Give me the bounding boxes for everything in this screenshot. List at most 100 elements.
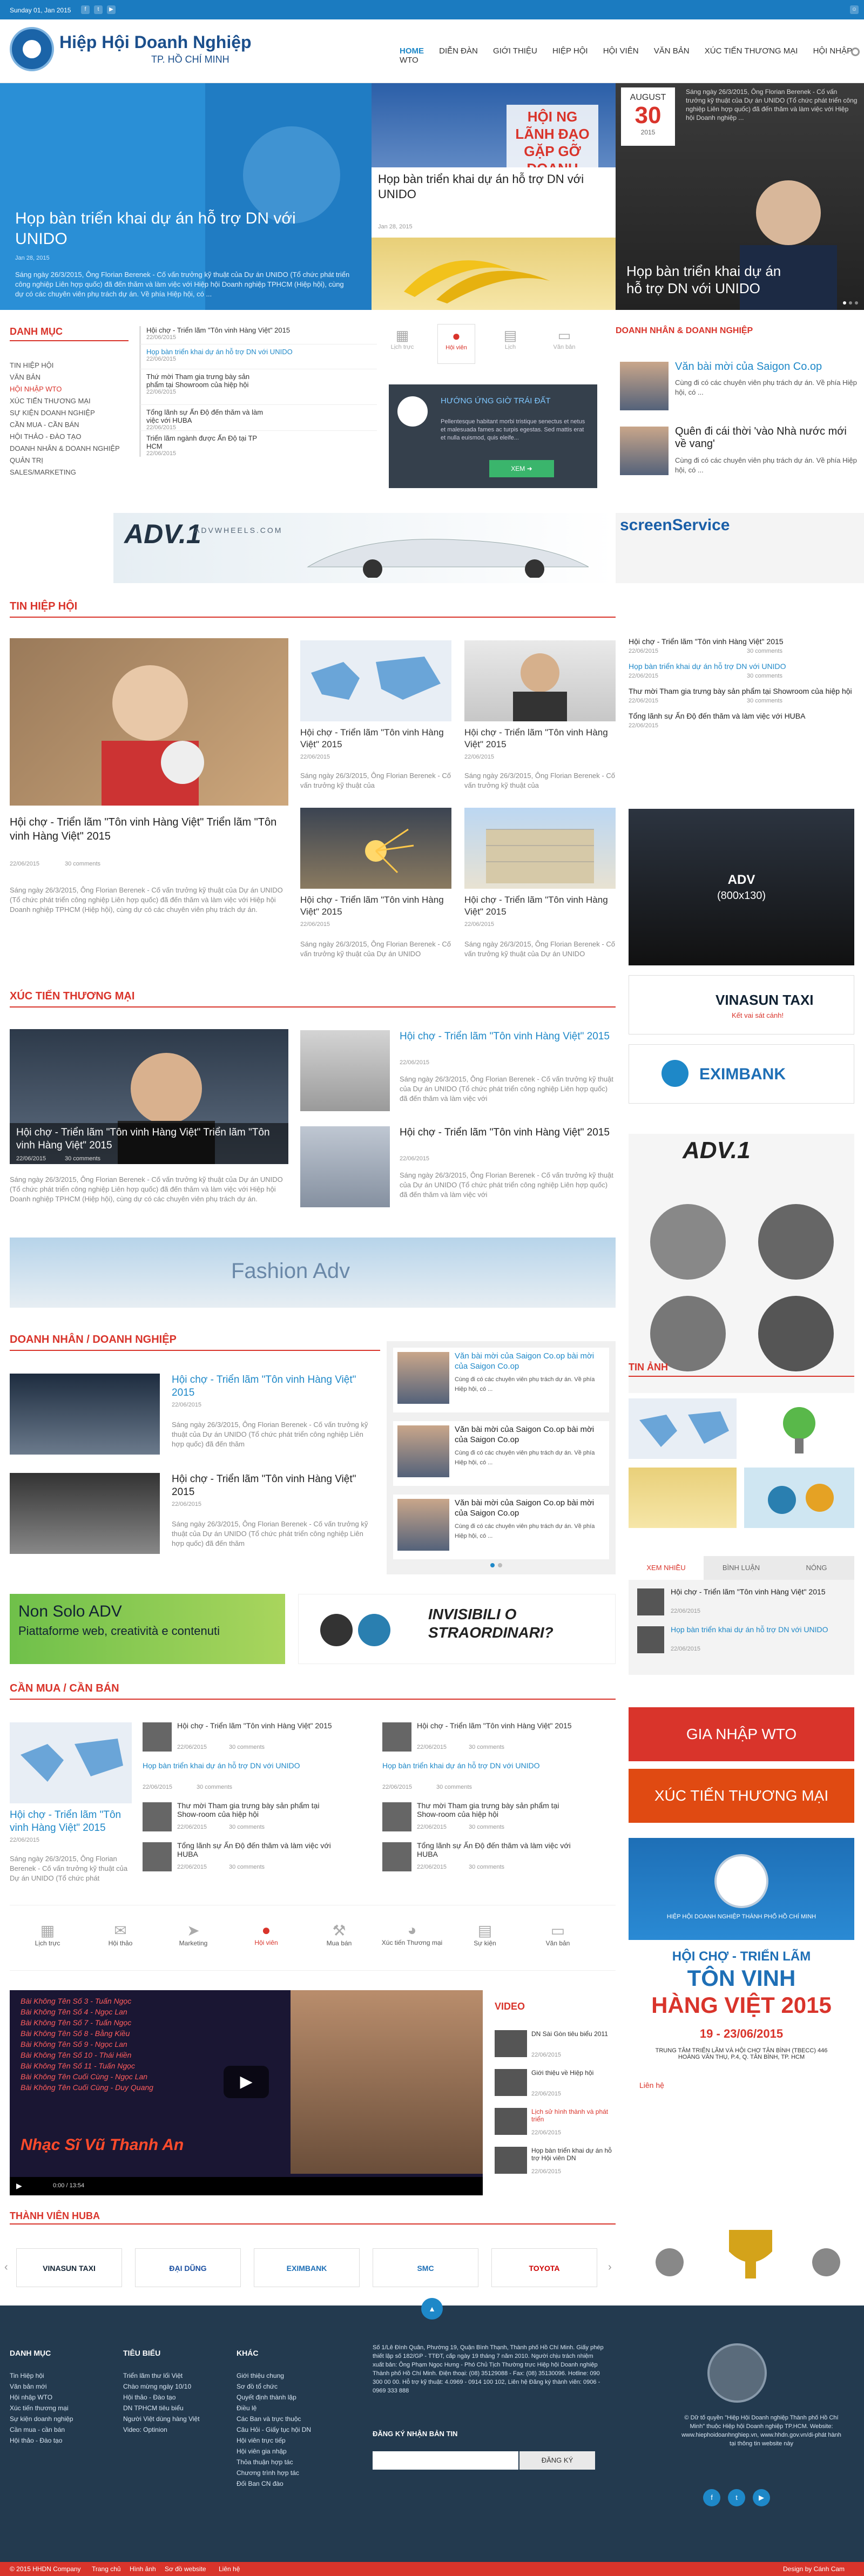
chevron-left-icon[interactable]: ‹ xyxy=(4,2261,8,2274)
back-to-top-icon[interactable]: ▲ xyxy=(421,2298,443,2320)
footer-bar-link[interactable]: Sơ đồ website xyxy=(165,2565,206,2573)
slider-main-title[interactable]: Họp bàn triển khai dự án hỗ trợ DN với U… xyxy=(15,208,350,249)
icon-trade[interactable]: ◕ Xúc tiến Thương mại xyxy=(380,1922,444,1946)
icon-documents[interactable]: ▭ Văn bản xyxy=(525,1922,590,1947)
expo-poster[interactable]: HIỆP HỘI DOANH NGHIỆP THÀNH PHỐ HỒ CHÍ M… xyxy=(629,1838,854,2178)
footer-link[interactable]: Thỏa thuận hợp tác xyxy=(237,2457,311,2467)
news-list-item[interactable]: Họp bàn triển khai dự án hỗ trợ DN với U… xyxy=(139,344,377,369)
buy-sell-item[interactable]: Tổng lãnh sự Ấn Độ đến thăm và làm việc … xyxy=(143,1841,369,1881)
footer-link[interactable]: Người Việt dùng hàng Việt xyxy=(123,2413,200,2424)
lead-image[interactable] xyxy=(10,638,288,806)
card-title[interactable]: Hội chợ - Triển lãm "Tôn vinh Hàng Việt"… xyxy=(464,727,616,751)
card-image-welding[interactable] xyxy=(300,808,451,889)
footer-link[interactable]: Hội thảo - Đào tạo xyxy=(10,2435,73,2446)
tab-item-title[interactable]: Hội chợ - Triển lãm "Tôn vinh Hàng Việt"… xyxy=(671,1587,843,1596)
ad-box-800x130[interactable]: ADV (800x130) xyxy=(629,809,854,965)
icon-seminar[interactable]: ✉ Hội thảo xyxy=(88,1922,153,1947)
tab-hot[interactable]: NÓNG xyxy=(779,1556,854,1580)
footer-link[interactable]: Các Ban và trực thuộc xyxy=(237,2413,311,2424)
side-news-item[interactable]: Họp bàn triển khai dự án hỗ trợ DN với U… xyxy=(629,662,864,679)
ad-fashion[interactable]: Fashion Adv xyxy=(10,1238,616,1308)
item-image[interactable] xyxy=(300,1030,390,1111)
card-image-map[interactable] xyxy=(300,640,451,721)
nav-association[interactable]: HIỆP HỘI xyxy=(552,46,588,56)
businessmen-item[interactable]: Quên đi cái thời 'vào Nhà nước mới về va… xyxy=(616,421,864,486)
tab-most-viewed[interactable]: XEM NHIỀU xyxy=(629,1556,704,1580)
category-item[interactable]: TIN HIỆP HỘI xyxy=(10,360,120,371)
twitter-icon[interactable]: t xyxy=(728,2489,745,2506)
footer-link[interactable]: Sơ đồ tổ chức xyxy=(237,2381,311,2392)
lead-image[interactable] xyxy=(10,1722,132,1803)
user-icon[interactable]: ☺ xyxy=(850,5,859,14)
nav-trade[interactable]: XÚC TIẾN THƯƠNG MẠI xyxy=(705,46,798,56)
category-item[interactable]: SỰ KIỆN DOANH NGHIỆP xyxy=(10,407,120,419)
buy-sell-item[interactable]: Họp bàn triển khai dự án hỗ trợ DN với U… xyxy=(382,1761,609,1801)
buy-sell-item[interactable]: Hội chợ - Triển lãm "Tôn vinh Hàng Việt"… xyxy=(143,1721,369,1761)
slider-mid-title[interactable]: Họp bàn triển khai dự án hỗ trợ DN với U… xyxy=(378,172,605,202)
footer-link[interactable]: Tin Hiệp hội xyxy=(10,2370,73,2381)
card-image-portrait[interactable] xyxy=(464,640,616,721)
footer-link[interactable]: Video: Optinion xyxy=(123,2424,200,2435)
video-list-item[interactable]: DN Sài Gòn tiêu biểu 2011 22/06/2015 xyxy=(495,2030,616,2069)
icon-events[interactable]: ▤ Sự kiện xyxy=(453,1922,517,1947)
news-list-item[interactable]: Thứ mời Tham gia trưng bày sản phẩm tại … xyxy=(139,369,377,405)
footer-link[interactable]: Triển lãm thư lối Việt xyxy=(123,2370,200,2381)
video-controls[interactable]: ▶ 0:00 / 13:54 xyxy=(10,2177,483,2195)
footer-link[interactable]: Đối Ban CN đào xyxy=(237,2478,311,2489)
footer-bar-link[interactable]: Liên hệ xyxy=(219,2565,240,2573)
ad-banner-adv1[interactable]: ADV.1 ADVWHEELS.COM xyxy=(113,513,616,583)
earth-hour-button[interactable]: XEM ➜ xyxy=(489,460,554,477)
footer-link[interactable]: Xúc tiến thương mại xyxy=(10,2403,73,2413)
youtube-icon[interactable]: ▶ xyxy=(107,5,116,14)
category-item[interactable]: VĂN BẢN xyxy=(10,371,120,383)
video-list-item[interactable]: Giới thiệu về Hiệp hội 22/06/2015 xyxy=(495,2069,616,2108)
quick-icon-calendar[interactable]: ▤ Lịch xyxy=(491,327,529,350)
nav-members[interactable]: HỘI VIÊN xyxy=(603,46,639,56)
footer-link[interactable]: Quyết định thành lập xyxy=(237,2392,311,2403)
ad-banner-screenservice[interactable]: screenService xyxy=(616,513,864,583)
youtube-icon[interactable]: ▶ xyxy=(753,2489,770,2506)
subscribe-email-input[interactable] xyxy=(373,2451,518,2470)
dn-side-item[interactable]: Văn bài mời của Saigon Co.op bài mời của… xyxy=(393,1348,609,1412)
gear-icon[interactable] xyxy=(851,48,860,56)
nav-documents[interactable]: VĂN BẢN xyxy=(654,46,690,56)
category-item[interactable]: SALES/MARKETING xyxy=(10,466,120,478)
lead-title[interactable]: Hội chợ - Triển lãm "Tôn vinh Hàng Việt"… xyxy=(10,815,288,843)
video-player[interactable]: Bài Không Tên Số 3 - Tuấn Ngọc Bài Không … xyxy=(10,1990,483,2195)
side-news-item[interactable]: Tổng lãnh sự Ấn Độ đến thăm và làm việc … xyxy=(629,712,864,729)
ad-nonsolo[interactable]: Non Solo ADV Piattaforme web, creatività… xyxy=(10,1594,285,1664)
video-list-item[interactable]: Họp bàn triển khai dự án hỗ trợ Hội viên… xyxy=(495,2147,616,2186)
item-image[interactable] xyxy=(10,1374,160,1455)
category-item[interactable]: QUẢN TRỊ xyxy=(10,455,120,466)
facebook-icon[interactable]: f xyxy=(81,5,90,14)
buy-sell-item[interactable]: Thư mời Tham gia trưng bày sản phẩm tại … xyxy=(382,1801,609,1841)
quick-icon-docs[interactable]: ▭ Văn bản xyxy=(545,327,583,350)
buy-sell-item[interactable]: Tổng lãnh sự Ấn Độ đến thăm và làm việc … xyxy=(382,1841,609,1881)
dn-side-item[interactable]: Văn bài mời của Saigon Co.op bài mời của… xyxy=(393,1495,609,1559)
play-icon[interactable]: ▶ xyxy=(224,2066,269,2098)
subscribe-button[interactable]: ĐĂNG KÝ xyxy=(519,2451,595,2470)
footer-link[interactable]: Sự kiện doanh nghiệp xyxy=(10,2413,73,2424)
member-logo[interactable]: TOYOTA xyxy=(491,2248,597,2287)
side-news-item[interactable]: Thư mời Tham gia trưng bày sản phẩm tại … xyxy=(629,687,864,704)
footer-bar-link[interactable]: Trang chủ xyxy=(92,2565,121,2573)
category-item[interactable]: HỘI THẢO - ĐÀO TẠO xyxy=(10,431,120,443)
news-list-item[interactable]: Triển lãm ngành được Ấn Độ tại TP HCM 22… xyxy=(139,431,377,457)
nav-forum[interactable]: DIỄN ĐÀN xyxy=(439,46,478,56)
card-title[interactable]: Hội chợ - Triển lãm "Tôn vinh Hàng Việt"… xyxy=(300,727,451,751)
nav-home[interactable]: HOME xyxy=(400,46,424,56)
item-title[interactable]: Hội chợ - Triển lãm "Tôn vinh Hàng Việt"… xyxy=(400,1126,616,1139)
slider-right-title[interactable]: Họp bàn triển khai dự án hỗ trợ DN với U… xyxy=(626,262,788,297)
quick-icon-members[interactable]: ● Hội viên xyxy=(437,324,475,364)
footer-link[interactable]: Cần mua - cần bán xyxy=(10,2424,73,2435)
chevron-right-icon[interactable]: › xyxy=(608,2261,612,2274)
buy-sell-item[interactable]: Thư mời Tham gia trưng bày sản phẩm tại … xyxy=(143,1801,369,1841)
icon-schedule[interactable]: ▦ Lịch trực xyxy=(15,1922,80,1947)
footer-link[interactable]: DN TPHCM tiêu biểu xyxy=(123,2403,200,2413)
lead-title[interactable]: Hội chợ - Triển lãm "Tôn vinh Hàng Việt"… xyxy=(16,1126,281,1152)
dn-side-item[interactable]: Văn bài mời của Saigon Co.op bài mời của… xyxy=(393,1421,609,1486)
category-item[interactable]: CẦN MUA - CẦN BÁN xyxy=(10,419,120,431)
photo-thumb[interactable] xyxy=(629,1468,737,1528)
footer-link[interactable]: Câu Hỏi - Giấy tục hội DN xyxy=(237,2424,311,2435)
item-title[interactable]: Hội chợ - Triển lãm "Tôn vinh Hàng Việt"… xyxy=(172,1374,372,1399)
